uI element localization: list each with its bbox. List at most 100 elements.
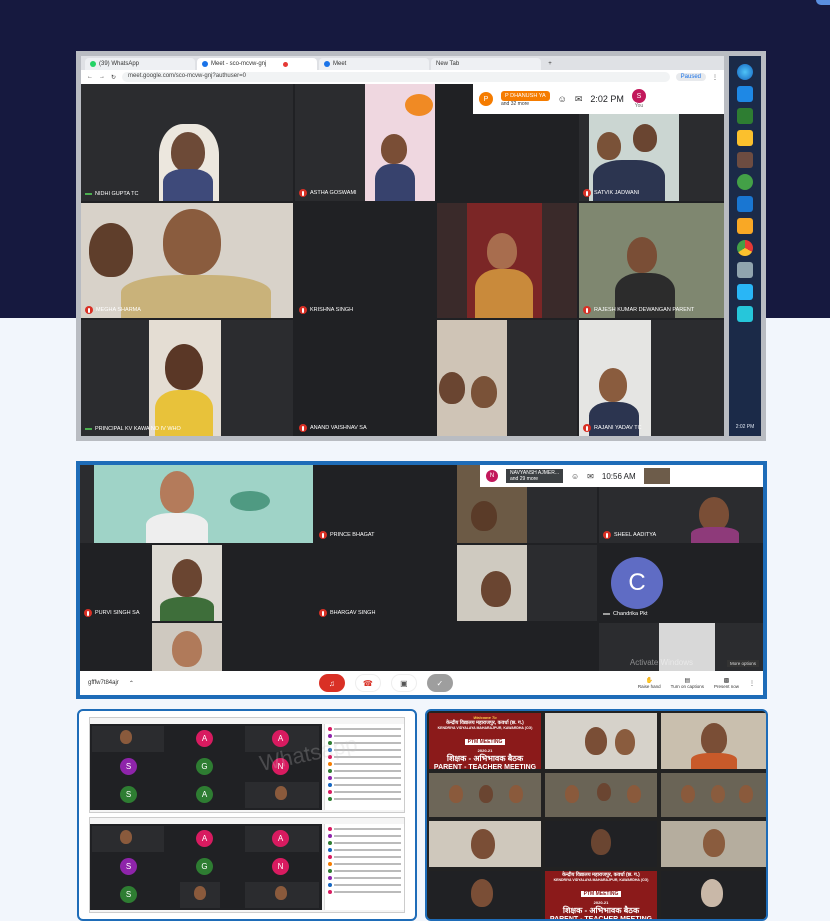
- list-item[interactable]: [328, 889, 401, 894]
- participant-avatar: N: [272, 858, 289, 875]
- participant-tile[interactable]: PRINCE BHAGAT: [315, 465, 455, 543]
- menu-icon[interactable]: ⋮: [712, 74, 718, 81]
- bluetooth-icon[interactable]: [737, 196, 753, 212]
- list-item[interactable]: [328, 840, 401, 845]
- more-options-icon[interactable]: ⋮: [749, 680, 755, 687]
- url-input[interactable]: meet.google.com/sco-mcvw-gnj?authuser=0: [122, 72, 670, 82]
- participant-tile[interactable]: [92, 826, 164, 852]
- raise-hand-button[interactable]: ✋ Raise hand: [638, 677, 661, 689]
- participant-tile[interactable]: BHARGAV SINGH: [315, 545, 455, 621]
- participant-tile[interactable]: RAJANI YADAV TC: [579, 320, 724, 436]
- chevron-up-icon[interactable]: ⌃: [129, 680, 134, 687]
- participant-tile[interactable]: PRINCIPAL KV KAWA NO IV WHO: [81, 320, 293, 436]
- browser-tab-active[interactable]: Meet - sco-mcvw-gnj: [197, 58, 317, 70]
- user-avatar[interactable]: S: [631, 89, 646, 103]
- hand-icon: ✋: [645, 678, 653, 684]
- present-now-button[interactable]: ▩ Present now: [714, 677, 739, 689]
- video-tile: [661, 871, 766, 919]
- list-item[interactable]: [328, 861, 401, 866]
- mini-meet-window: A A S G N S A: [89, 717, 405, 813]
- camera-button[interactable]: ▣: [390, 674, 417, 692]
- participant-tile[interactable]: [80, 465, 313, 543]
- green-app-icon[interactable]: [737, 174, 753, 190]
- list-item[interactable]: [328, 761, 401, 766]
- list-item[interactable]: [328, 789, 401, 794]
- leave-call-button[interactable]: ☎: [354, 674, 381, 692]
- profile-paused-button[interactable]: Paused: [675, 73, 706, 81]
- list-item[interactable]: [328, 796, 401, 801]
- participant-tile[interactable]: KRISHNA SINGH: [295, 203, 435, 318]
- app-icon[interactable]: [737, 284, 753, 300]
- participant-face: [471, 376, 497, 408]
- browser-tab[interactable]: New Tab: [431, 58, 541, 70]
- meeting-time: 10:56 AM: [601, 471, 636, 481]
- app-icon[interactable]: [737, 262, 753, 278]
- meeting-code[interactable]: gfffw7t84ajr: [88, 680, 119, 686]
- list-item[interactable]: [328, 768, 401, 773]
- participant-tile[interactable]: C Chandrika Pkt: [599, 545, 763, 621]
- browser-tab[interactable]: (39) WhatsApp: [85, 58, 195, 70]
- forward-icon[interactable]: →: [99, 74, 105, 80]
- participant-tile[interactable]: PURVI SINGH SA: [80, 545, 313, 621]
- list-item[interactable]: [328, 826, 401, 831]
- participant-tile[interactable]: [457, 545, 597, 621]
- start-orb-icon[interactable]: [737, 64, 753, 80]
- back-icon[interactable]: ←: [87, 74, 93, 80]
- participant-tile[interactable]: [245, 782, 319, 808]
- participant-face: [89, 223, 133, 277]
- list-item[interactable]: [328, 847, 401, 852]
- list-item[interactable]: [328, 782, 401, 787]
- video-tile: [661, 821, 766, 867]
- browser-tab[interactable]: Meet: [319, 58, 429, 70]
- list-item[interactable]: [328, 868, 401, 873]
- whatsapp-icon: [90, 61, 96, 67]
- participant-tile[interactable]: [180, 882, 220, 908]
- participant-tile[interactable]: [245, 882, 319, 908]
- participant-avatar: G: [196, 758, 213, 775]
- mic-off-icon: [583, 189, 591, 197]
- recording-dot-icon: [283, 61, 289, 67]
- images-icon[interactable]: [737, 152, 753, 168]
- list-item[interactable]: [328, 854, 401, 859]
- video-tile: [429, 821, 541, 867]
- participant-face: [597, 132, 621, 160]
- participant-face: [599, 368, 627, 402]
- chat-icon[interactable]: ✉: [587, 472, 594, 481]
- list-item[interactable]: [328, 775, 401, 780]
- list-item[interactable]: [328, 833, 401, 838]
- chat-icon[interactable]: ✉: [575, 94, 583, 105]
- reload-icon[interactable]: ↻: [111, 74, 116, 81]
- participant-tile[interactable]: [152, 623, 222, 671]
- participant-avatar: A: [196, 830, 213, 847]
- participant-tile[interactable]: MEGHA SHARMA: [81, 203, 293, 318]
- participant-tile[interactable]: [92, 726, 164, 752]
- participant-face: [699, 497, 729, 531]
- captions-button[interactable]: ▤ Turn on captions: [671, 677, 704, 689]
- meet-screenshot-3: A A S G N S A A A S G N S Whatsapp: [77, 709, 417, 921]
- check-button[interactable]: ✓: [426, 674, 453, 692]
- list-item[interactable]: [328, 875, 401, 880]
- people-icon[interactable]: ☺: [558, 94, 567, 104]
- participant-tile[interactable]: ASTHA GOSWAMI: [295, 84, 435, 201]
- new-tab-button[interactable]: +: [543, 58, 557, 70]
- ie-icon[interactable]: [737, 86, 753, 102]
- media-icon[interactable]: [737, 130, 753, 146]
- pin-icon: [85, 428, 92, 430]
- participant-tile[interactable]: [437, 320, 577, 436]
- people-icon[interactable]: ☺: [571, 472, 579, 481]
- participant-tile[interactable]: ANAND VAISHNAV SA: [295, 320, 435, 436]
- excel-icon[interactable]: [737, 108, 753, 124]
- participant-face: [172, 631, 202, 667]
- list-item[interactable]: [328, 882, 401, 887]
- video-tile: [429, 773, 541, 817]
- app-icon[interactable]: [737, 306, 753, 322]
- mic-off-button[interactable]: ♫: [318, 674, 345, 692]
- participant-tile[interactable]: NIDHI GUPTA TC: [81, 84, 293, 201]
- participant-tile[interactable]: RAJESH KUMAR DEWANGAN PARENT: [579, 203, 724, 318]
- chrome-icon[interactable]: [737, 240, 753, 256]
- participant-tile[interactable]: [437, 203, 577, 318]
- list-item[interactable]: [328, 726, 401, 731]
- participant-face: [439, 372, 465, 404]
- mic-off-icon: [583, 424, 591, 432]
- folder-icon[interactable]: [737, 218, 753, 234]
